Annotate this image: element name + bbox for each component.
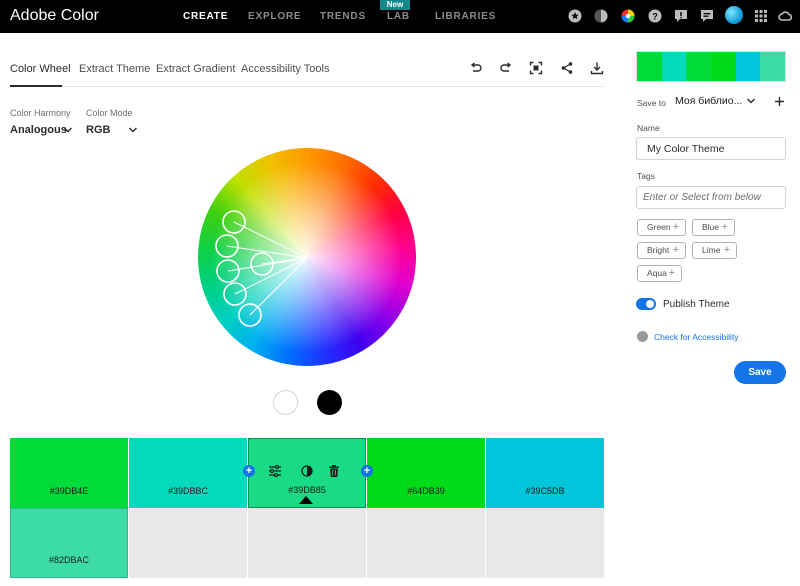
- tab-color-wheel[interactable]: Color Wheel: [10, 63, 71, 75]
- chat-icon[interactable]: [700, 9, 714, 23]
- svg-text:?: ?: [652, 12, 658, 22]
- nav-lab[interactable]: LAB: [387, 11, 410, 22]
- tags-label: Tags: [637, 171, 655, 181]
- help-icon[interactable]: ?: [648, 9, 662, 23]
- tag-aqua[interactable]: Aqua +: [637, 265, 682, 282]
- color-harmony-label: Color Harmony: [10, 108, 71, 118]
- check-accessibility-link[interactable]: Check for Accessibility: [654, 332, 739, 342]
- color-swatch[interactable]: #64DB39: [367, 438, 485, 508]
- tag-label: Lime: [702, 245, 721, 255]
- alert-icon[interactable]: [674, 9, 688, 23]
- tag-blue[interactable]: Blue +: [692, 219, 735, 236]
- nav-explore[interactable]: EXPLORE: [248, 11, 301, 22]
- theme-name-value[interactable]: My Color Theme: [647, 143, 724, 155]
- add-tag-icon[interactable]: +: [724, 243, 730, 258]
- nav-create[interactable]: CREATE: [183, 11, 228, 22]
- empty-swatch-slot: [367, 508, 485, 578]
- save-button[interactable]: Save: [734, 361, 786, 384]
- color-harmony-dropdown[interactable]: Analogous: [10, 124, 67, 136]
- chevron-down-icon[interactable]: [128, 126, 138, 134]
- app-logo-title[interactable]: Adobe Color: [10, 7, 99, 25]
- avatar[interactable]: [725, 6, 743, 24]
- tag-label: Aqua: [647, 268, 667, 278]
- tab-extract-theme[interactable]: Extract Theme: [79, 63, 150, 75]
- color-mode-label: Color Mode: [86, 108, 133, 118]
- save-to-library-dropdown[interactable]: Моя библио...: [675, 95, 742, 107]
- name-label: Name: [637, 123, 660, 133]
- top-navigation-bar: Adobe Color CREATE EXPLORE TRENDS New LA…: [0, 0, 800, 33]
- palette-color: [735, 52, 761, 81]
- palette-color: [661, 52, 687, 81]
- new-badge: New: [380, 0, 410, 10]
- black-brightness-swatch[interactable]: [317, 390, 342, 415]
- contrast-icon[interactable]: [594, 9, 608, 23]
- tag-green[interactable]: Green +: [637, 219, 686, 236]
- set-base-color-icon[interactable]: [300, 464, 314, 478]
- save-to-label: Save to: [637, 98, 666, 108]
- tabs-divider: [10, 86, 603, 87]
- apps-grid-icon[interactable]: [754, 9, 768, 23]
- creative-cloud-icon[interactable]: [778, 9, 792, 23]
- star-icon[interactable]: [568, 9, 582, 23]
- accessibility-icon: [637, 331, 648, 342]
- tags-input[interactable]: Enter or Select from below: [636, 186, 786, 209]
- add-tag-icon[interactable]: +: [722, 220, 728, 235]
- color-swatch[interactable]: #39DB4E: [10, 438, 128, 508]
- redo-icon[interactable]: [499, 61, 513, 75]
- color-swatch[interactable]: #39DBBC: [129, 438, 247, 508]
- color-wheel-handles[interactable]: [198, 148, 416, 366]
- trash-icon[interactable]: [327, 464, 341, 478]
- chevron-down-icon[interactable]: [746, 97, 756, 105]
- swatch-hex[interactable]: #39C5DB: [486, 486, 604, 496]
- fullscreen-icon[interactable]: [529, 61, 543, 75]
- tag-label: Blue: [702, 222, 720, 232]
- color-wheel-icon[interactable]: [621, 9, 635, 23]
- tag-label: Green: [647, 222, 671, 232]
- nav-trends[interactable]: TRENDS: [320, 11, 366, 22]
- tags-placeholder[interactable]: Enter or Select from below: [643, 192, 761, 203]
- publish-theme-toggle[interactable]: [636, 298, 656, 310]
- theme-palette-preview: [636, 51, 786, 82]
- add-tag-icon[interactable]: +: [669, 266, 675, 281]
- download-icon[interactable]: [590, 61, 604, 75]
- add-color-left-button[interactable]: +: [243, 465, 255, 477]
- add-color-right-button[interactable]: +: [361, 465, 373, 477]
- tab-extract-gradient[interactable]: Extract Gradient: [156, 63, 235, 75]
- color-swatch[interactable]: #39C5DB: [486, 438, 604, 508]
- palette-color: [711, 52, 736, 81]
- color-mode-dropdown[interactable]: RGB: [86, 124, 110, 136]
- tag-label: Bright: [647, 245, 670, 255]
- empty-swatch-slot: [248, 508, 366, 578]
- tag-lime[interactable]: Lime +: [692, 242, 737, 259]
- palette-color: [760, 52, 786, 81]
- active-tab-indicator: [10, 85, 62, 87]
- swatch-hex[interactable]: #82DBAC: [11, 555, 127, 565]
- color-swatch[interactable]: #82DBAC: [10, 508, 128, 578]
- nav-libraries[interactable]: LIBRARIES: [435, 11, 496, 22]
- publish-theme-label: Publish Theme: [663, 299, 730, 310]
- add-tag-icon[interactable]: +: [673, 243, 679, 258]
- swatch-hex[interactable]: #64DB39: [367, 486, 485, 496]
- empty-swatch-slot: [486, 508, 604, 578]
- tag-bright[interactable]: Bright +: [637, 242, 686, 259]
- empty-swatch-slot: [129, 508, 247, 578]
- swatch-hex[interactable]: #39DB85: [249, 485, 365, 495]
- swatch-hex[interactable]: #39DBBC: [129, 486, 247, 496]
- share-icon[interactable]: [560, 61, 574, 75]
- white-brightness-swatch[interactable]: [273, 390, 298, 415]
- selected-indicator-arrow: [299, 496, 313, 504]
- add-tag-icon[interactable]: +: [673, 220, 679, 235]
- theme-name-input[interactable]: My Color Theme: [636, 137, 786, 160]
- palette-color: [686, 52, 712, 81]
- chevron-down-icon[interactable]: [63, 126, 73, 134]
- undo-icon[interactable]: [469, 61, 483, 75]
- adjust-sliders-icon[interactable]: [268, 464, 282, 478]
- add-library-icon[interactable]: [774, 96, 785, 107]
- palette-color: [637, 52, 662, 81]
- tab-accessibility-tools[interactable]: Accessibility Tools: [241, 63, 329, 75]
- swatch-hex[interactable]: #39DB4E: [10, 486, 128, 496]
